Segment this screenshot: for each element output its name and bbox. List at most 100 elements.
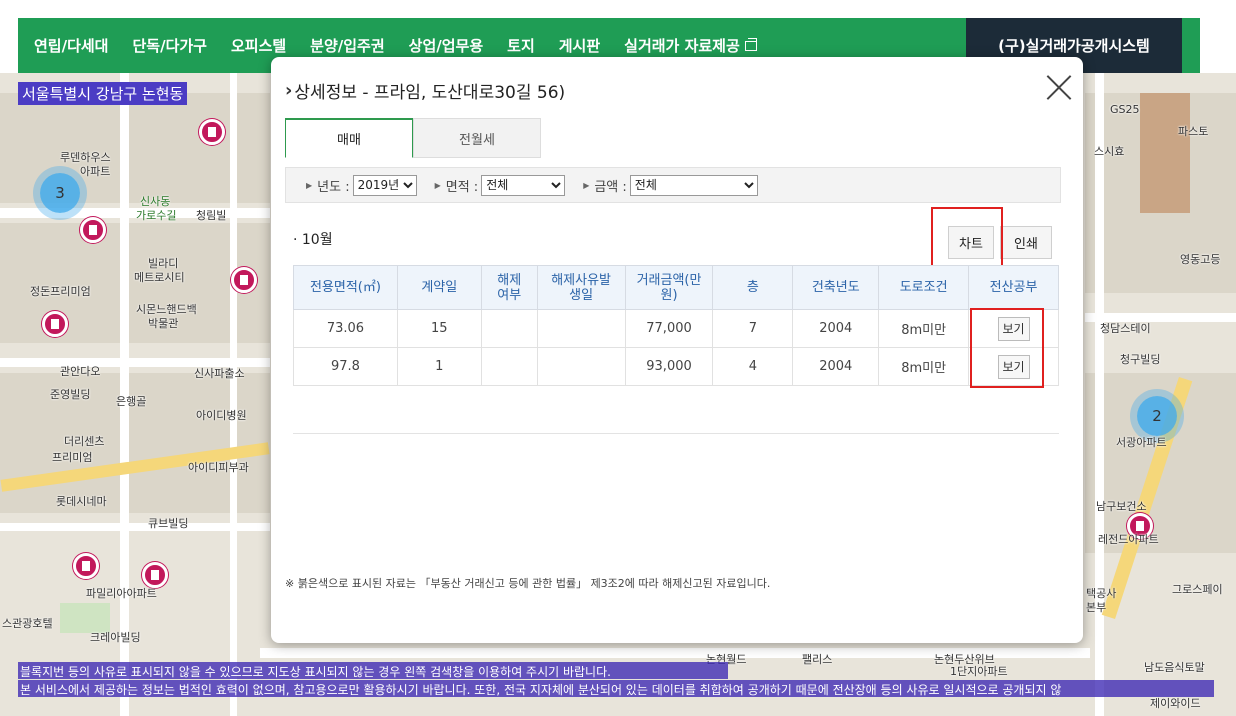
print-button[interactable]: 인쇄 — [1000, 226, 1052, 259]
nav-item-board[interactable]: 게시판 — [547, 35, 612, 56]
map-label: 가로수길 — [136, 209, 177, 222]
col-header: 도로조건 — [878, 265, 970, 310]
map-pin[interactable] — [80, 217, 106, 243]
map-cluster[interactable]: 2 — [1137, 396, 1177, 436]
cell-contract-day: 15 — [396, 309, 482, 348]
map-label: 은행골 — [116, 395, 147, 408]
map-label: 파스토 — [1178, 125, 1209, 138]
map-label: 팰리스 — [802, 653, 833, 666]
cell-road: 8m미만 — [878, 347, 970, 386]
cell-floor: 4 — [712, 347, 794, 386]
triangle-right-icon: ▶ — [306, 180, 313, 190]
external-link-icon — [744, 37, 757, 51]
month-heading: · 10월 — [293, 232, 333, 248]
map-label: 신사파출소 — [194, 367, 245, 380]
map-block — [1140, 93, 1190, 213]
map-label: 스관광호텔 — [2, 617, 53, 630]
map-label: 아이디병원 — [196, 409, 247, 422]
cell-price: 93,000 — [624, 347, 714, 386]
filter-bar: ▶ 년도 : 2019년 ▶ 면적 : 전체 ▶ 금액 : 전체 — [285, 167, 1061, 203]
triangle-right-icon: ▶ — [583, 180, 590, 190]
area-filter-label: 면적 : — [445, 179, 479, 195]
map-label: 메트로시티 — [134, 271, 185, 284]
map-label: 박물관 — [148, 317, 179, 330]
modal-title: › 상세정보 - 프라임, 도산대로30길 56) — [285, 78, 565, 103]
map-pin[interactable] — [231, 267, 257, 293]
map-label: 청림빌 — [196, 209, 227, 222]
nav-item-commercial[interactable]: 상업/업무용 — [397, 35, 495, 56]
nav-item-officetel[interactable]: 오피스텔 — [219, 35, 298, 56]
view-button[interactable]: 보기 — [997, 354, 1030, 379]
map-label: 서광아파트 — [1116, 436, 1167, 449]
col-header: 층 — [712, 265, 794, 310]
map-label: 청구빌딩 — [1120, 353, 1161, 366]
col-header: 계약일 — [396, 265, 482, 310]
cell-cancel-date — [536, 309, 626, 348]
tab-rent[interactable]: 전월세 — [413, 118, 541, 158]
map-label: 아이디피부과 — [188, 461, 249, 474]
map-label: 그로스페이 — [1172, 583, 1223, 596]
cell-build-year: 2004 — [792, 309, 880, 348]
chart-button[interactable]: 차트 — [948, 226, 994, 259]
map-notice: 블록지번 등의 사유로 표시되지 않을 수 있으므로 지도상 표시되지 않는 경… — [18, 662, 728, 679]
price-select[interactable]: 전체 — [629, 174, 758, 196]
cell-area: 73.06 — [293, 309, 398, 348]
map-label: 아파트 — [80, 165, 111, 178]
col-header: 거래금액(만원) — [624, 265, 714, 310]
col-header: 전산공부 — [968, 265, 1059, 310]
year-select[interactable]: 2019년 — [352, 174, 417, 196]
view-button[interactable]: 보기 — [997, 316, 1030, 341]
cell-price: 77,000 — [624, 309, 714, 348]
map-label: 더리센츠 — [64, 435, 105, 448]
cell-area: 97.8 — [293, 347, 398, 386]
map-label: 레전드아파트 — [1098, 533, 1159, 546]
price-filter-label: 금액 : — [594, 179, 627, 195]
col-header: 해제여부 — [480, 265, 538, 310]
map-label: 제이와이드 — [1150, 697, 1201, 710]
map-label: 크레아빌딩 — [90, 631, 141, 644]
area-select[interactable]: 전체 — [481, 174, 566, 196]
map-label: 스시효 — [1094, 145, 1125, 158]
map-label: 1단지아파트 — [950, 665, 1008, 678]
tab-sale[interactable]: 매매 — [285, 118, 413, 158]
cell-record: 보기 — [968, 309, 1059, 348]
map-label: 남구보건소 — [1096, 500, 1147, 513]
nav-item-presale[interactable]: 분양/입주권 — [298, 35, 396, 56]
map-label: 프리미엄 — [52, 451, 93, 464]
map-label: 청담스테이 — [1100, 322, 1151, 335]
cell-record: 보기 — [968, 347, 1059, 386]
table-row: 73.06 15 77,000 7 2004 8m미만 보기 — [293, 309, 1059, 348]
nav-item-data[interactable]: 실거래가 자료제공 — [612, 35, 769, 56]
deals-table: 전용면적(㎡) 계약일 해제여부 해제사유발생일 거래금액(만원) 층 건축년도… — [293, 265, 1059, 386]
nav-item-house[interactable]: 단독/다가구 — [120, 35, 218, 56]
cell-floor: 7 — [712, 309, 794, 348]
cell-cancelled — [480, 347, 538, 386]
year-filter: ▶ 년도 : 2019년 — [306, 174, 417, 196]
chevron-right-icon: › — [285, 80, 293, 101]
table-header-row: 전용면적(㎡) 계약일 해제여부 해제사유발생일 거래금액(만원) 층 건축년도… — [293, 265, 1059, 310]
map-label: 파밀리아아파트 — [86, 587, 157, 600]
map-cluster[interactable]: 3 — [40, 173, 80, 213]
deal-type-tabs: 매매 전월세 — [285, 118, 541, 158]
col-header: 건축년도 — [792, 265, 880, 310]
price-filter: ▶ 금액 : 전체 — [583, 174, 758, 196]
map-label: 관안다오 — [60, 365, 101, 378]
map-road — [230, 73, 237, 716]
map-label: 큐브빌딩 — [148, 517, 189, 530]
map-label: 본부 — [1086, 601, 1107, 614]
map-road — [1095, 73, 1104, 716]
cell-build-year: 2004 — [792, 347, 880, 386]
cell-road: 8m미만 — [878, 309, 970, 348]
nav-item-land[interactable]: 토지 — [495, 35, 547, 56]
cell-cancel-date — [536, 347, 626, 386]
map-pin[interactable] — [199, 119, 225, 145]
close-icon[interactable] — [1045, 73, 1073, 101]
modal-title-text: 상세정보 - 프라임, 도산대로30길 56) — [294, 83, 566, 103]
map-label: 준영빌딩 — [50, 388, 91, 401]
map-pin[interactable] — [42, 311, 68, 337]
divider — [293, 433, 1059, 434]
triangle-right-icon: ▶ — [434, 180, 441, 190]
map-pin[interactable] — [73, 553, 99, 579]
nav-item-villa[interactable]: 연립/다세대 — [22, 35, 120, 56]
table-row: 97.8 1 93,000 4 2004 8m미만 보기 — [293, 347, 1059, 386]
